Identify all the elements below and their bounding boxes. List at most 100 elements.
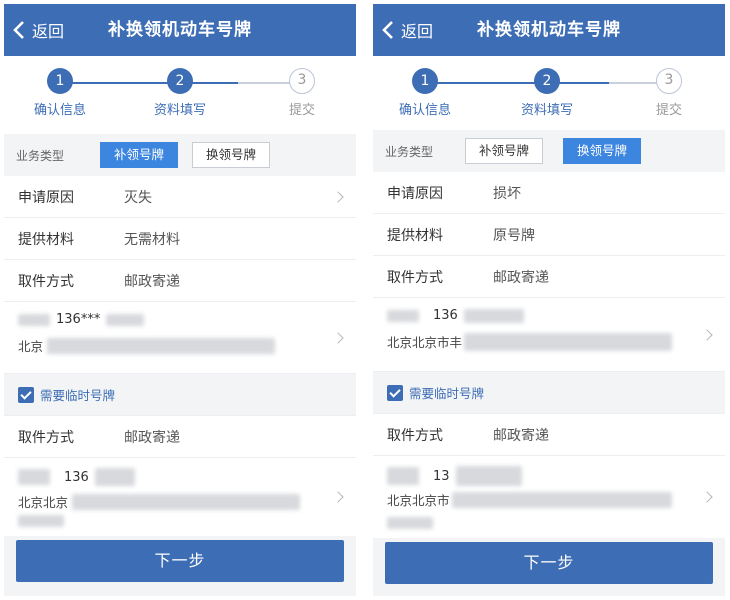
row-materials: 提供材料 原号牌	[373, 214, 725, 256]
recipient-phone: 136***	[56, 312, 101, 327]
step-label: 确认信息	[398, 103, 451, 118]
step-fill-info: 2 资料填写	[120, 68, 240, 118]
blurred-address	[451, 491, 672, 508]
blurred-name	[18, 469, 50, 485]
chevron-right-icon	[332, 190, 344, 203]
step-number: 2	[534, 68, 560, 94]
blurred-name	[387, 309, 419, 322]
progress-steps: 1 确认信息 2 资料填写 3 提交	[4, 56, 356, 134]
blurred-name	[18, 313, 50, 326]
segment-exchange[interactable]: 换领号牌	[192, 142, 270, 168]
recipient-phone: 136	[64, 469, 89, 485]
row-key: 申请原因	[18, 189, 74, 206]
address-block-temp[interactable]: 136 北京北京	[4, 458, 356, 536]
row-pickup-method: 取件方式 邮政寄递	[373, 256, 725, 298]
row-value: 邮政寄递	[124, 429, 180, 446]
address-line-extra	[18, 512, 64, 531]
row-materials: 提供材料 无需材料	[4, 218, 356, 260]
address-line: 北京	[18, 336, 276, 355]
row-value: 灭失	[124, 189, 152, 206]
row-key: 取件方式	[387, 427, 443, 444]
blurred-address	[47, 337, 276, 354]
checkbox-checked-icon[interactable]	[18, 386, 34, 403]
address-block[interactable]: 136 北京北京市丰	[373, 298, 725, 372]
checkbox-checked-icon[interactable]	[387, 384, 403, 401]
form-card: 申请原因 灭失 提供材料 无需材料 取件方式 邮政寄递 136*** 北京 需要…	[4, 176, 356, 536]
business-type-label: 业务类型	[16, 148, 65, 163]
address-line-extra	[387, 514, 433, 533]
blurred-address-extra	[18, 515, 64, 527]
blurred-address	[464, 332, 673, 351]
step-number: 1	[47, 68, 73, 94]
address-block[interactable]: 136*** 北京	[4, 302, 356, 374]
row-value: 邮政寄递	[493, 427, 549, 444]
form-card: 申请原因 损坏 提供材料 原号牌 取件方式 邮政寄递 136 北京北京市丰 需要…	[373, 172, 725, 538]
row-apply-reason: 申请原因 损坏	[373, 172, 725, 214]
screen-exchange-damaged-plate: 返回 补换领机动车号牌 1 确认信息 2 资料填写 3 提交 业务类型 补领号牌…	[373, 4, 725, 596]
progress-steps: 1 确认信息 2 资料填写 3 提交	[373, 56, 725, 130]
step-confirm-info: 1 确认信息	[4, 68, 120, 118]
blurred-address	[72, 493, 301, 510]
address-line: 北京北京	[18, 492, 301, 511]
blurred-address-extra	[387, 517, 433, 529]
step-label: 确认信息	[33, 103, 86, 118]
row-key: 取件方式	[387, 269, 443, 286]
next-step-button[interactable]: 下一步	[16, 540, 344, 582]
blurred-phone	[94, 468, 135, 486]
step-number: 3	[289, 68, 315, 94]
business-type-row: 业务类型 补领号牌 换领号牌	[373, 130, 725, 172]
row-key: 提供材料	[387, 227, 443, 244]
temp-plate-row[interactable]: 需要临时号牌	[373, 372, 725, 414]
row-key: 取件方式	[18, 429, 74, 446]
temp-plate-label: 需要临时号牌	[409, 386, 485, 401]
blurred-name	[387, 467, 419, 485]
back-button[interactable]: 返回	[381, 4, 433, 56]
recipient-phone: 13	[433, 468, 450, 484]
step-number: 1	[412, 68, 438, 94]
recipient-address: 北京北京市丰	[387, 335, 463, 350]
address-block-temp[interactable]: 13 北京北京市	[373, 456, 725, 538]
step-number: 2	[167, 68, 193, 94]
back-button[interactable]: 返回	[12, 4, 64, 56]
step-fill-info: 2 资料填写	[487, 68, 607, 118]
recipient-line: 136***	[18, 312, 145, 327]
blurred-phone	[455, 466, 522, 486]
back-label: 返回	[401, 22, 434, 41]
segment-replace-lost[interactable]: 补领号牌	[100, 142, 178, 168]
row-value: 邮政寄递	[493, 269, 549, 286]
recipient-line: 13	[387, 466, 522, 486]
app-header: 返回 补换领机动车号牌	[373, 4, 725, 56]
temp-plate-row[interactable]: 需要临时号牌	[4, 374, 356, 416]
row-value: 无需材料	[124, 231, 180, 248]
recipient-line: 136	[387, 308, 524, 323]
address-line: 北京北京市丰	[387, 332, 673, 351]
row-value: 损坏	[493, 185, 521, 202]
business-type-row: 业务类型 补领号牌 换领号牌	[4, 134, 356, 176]
next-step-button[interactable]: 下一步	[385, 542, 713, 584]
business-type-label: 业务类型	[385, 144, 434, 159]
blurred-phone	[106, 313, 145, 326]
row-apply-reason[interactable]: 申请原因 灭失	[4, 176, 356, 218]
row-key: 取件方式	[18, 273, 74, 290]
row-pickup-method-temp: 取件方式 邮政寄递	[373, 414, 725, 456]
step-number: 3	[656, 68, 682, 94]
segment-exchange[interactable]: 换领号牌	[563, 138, 641, 164]
screen-replace-lost-plate: 返回 补换领机动车号牌 1 确认信息 2 资料填写 3 提交 业务类型 补领号牌…	[4, 4, 356, 596]
row-pickup-method-temp: 取件方式 邮政寄递	[4, 416, 356, 458]
segment-replace-lost[interactable]: 补领号牌	[465, 138, 543, 164]
chevron-right-icon	[332, 491, 344, 503]
app-header: 返回 补换领机动车号牌	[4, 4, 356, 56]
temp-plate-label: 需要临时号牌	[40, 388, 116, 403]
step-label: 资料填写	[520, 103, 573, 118]
chevron-right-icon	[701, 328, 713, 341]
step-label: 提交	[655, 103, 682, 118]
step-confirm-info: 1 确认信息	[373, 68, 485, 118]
recipient-phone: 136	[433, 308, 458, 323]
address-line: 北京北京市	[387, 490, 672, 509]
recipient-address: 北京北京	[18, 495, 69, 510]
chevron-left-icon	[382, 21, 393, 39]
row-key: 提供材料	[18, 231, 74, 248]
row-value: 原号牌	[493, 227, 535, 244]
row-key: 申请原因	[387, 185, 443, 202]
recipient-address: 北京	[18, 339, 44, 354]
